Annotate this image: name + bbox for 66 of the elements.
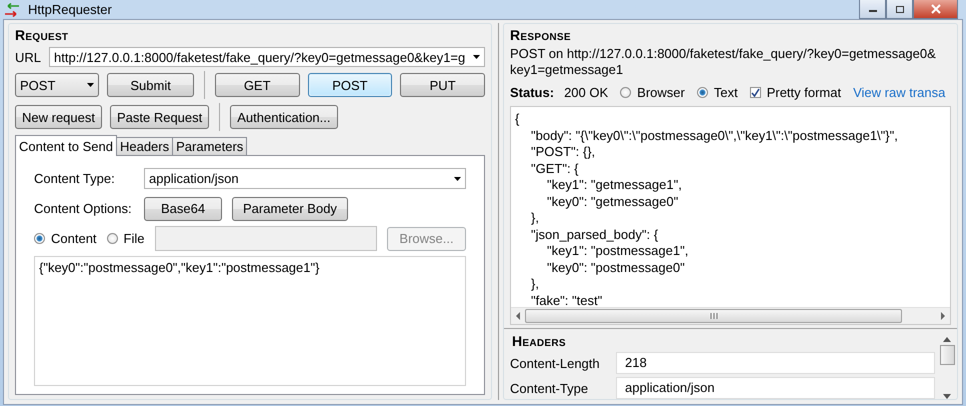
response-summary: POST on http://127.0.0.1:8000/faketest/fake_query/?key0=getmessage0& key1=getmessage1	[510, 46, 937, 78]
radio-option[interactable]: Text	[696, 84, 738, 100]
status-label: Status:	[510, 84, 554, 100]
url-label: URL	[15, 50, 42, 64]
file-path-field[interactable]	[154, 226, 377, 251]
header-value-field[interactable]: 218	[616, 352, 935, 374]
radio-option[interactable]: Content	[34, 231, 97, 246]
horizontal-scrollbar[interactable]	[511, 307, 950, 324]
close-button[interactable]	[913, 0, 958, 19]
grip-icon	[710, 313, 718, 319]
tab[interactable]: Parameters	[172, 137, 248, 155]
radio-option[interactable]: Browser	[620, 84, 685, 100]
submit-button[interactable]: Submit	[107, 73, 194, 97]
scroll-right-icon[interactable]	[940, 312, 946, 320]
method-button[interactable]: PUT	[400, 73, 486, 97]
header-name: Content-Type	[510, 380, 590, 396]
response-line: "POST": {},	[531, 144, 596, 159]
new-request-button[interactable]: New request	[15, 105, 102, 129]
content-options-label: Content Options:	[34, 201, 133, 216]
header-name: Content-Length	[510, 356, 601, 370]
response-line: },	[531, 276, 539, 291]
body-text-area[interactable]: {"key0":"postmessage0","key1":"postmessage1"}	[34, 256, 466, 386]
close-icon	[930, 4, 942, 14]
scroll-down-icon[interactable]	[943, 394, 951, 399]
response-line: {	[515, 111, 520, 126]
response-line: "GET": {	[531, 160, 579, 176]
section-heading: Request	[15, 27, 68, 43]
paste-request-button[interactable]: Paste Request	[110, 105, 210, 129]
scroll-left-icon[interactable]	[515, 312, 521, 320]
maximize-icon	[894, 4, 904, 14]
radio-option[interactable]: File	[106, 231, 144, 246]
body-text: {"key0":"postmessage0","key1":"postmessage1"}	[39, 260, 320, 275]
response-line: "key0": "postmessage0"	[547, 260, 685, 274]
tab[interactable]: Headers	[116, 137, 174, 155]
url-field[interactable]: http://127.0.0.1:8000/faketest/fake_query/?key0=getmessage0&key1=g	[49, 47, 485, 67]
pretty-format-checkbox[interactable]: Pretty format	[750, 84, 842, 100]
window-title: HttpRequester	[28, 2, 112, 17]
minimize-button[interactable]	[859, 0, 886, 19]
dropdown-arrow-icon	[473, 55, 480, 59]
checkmark-icon	[750, 88, 760, 96]
content-type-dropdown[interactable]: application/json	[144, 168, 466, 189]
method-dropdown[interactable]: POST	[15, 73, 100, 97]
method-button[interactable]: POST	[308, 73, 392, 97]
app-icon	[4, 2, 20, 16]
response-line: "fake": "test"	[531, 292, 602, 307]
view-raw-link[interactable]: View raw transa	[853, 84, 946, 100]
header-value-field[interactable]: application/json	[616, 377, 935, 399]
dropdown-arrow-icon	[87, 83, 94, 87]
response-line: },	[531, 210, 539, 225]
response-line: "json_parsed_body": {	[531, 226, 658, 242]
content-type-label: Content Type:	[34, 171, 116, 186]
dropdown-arrow-icon	[454, 176, 461, 180]
response-line: "key1": "getmessage1",	[547, 177, 682, 192]
section-heading: Response	[510, 27, 571, 43]
scroll-up-icon[interactable]	[943, 337, 951, 342]
content-option-button[interactable]: Base64	[144, 196, 222, 220]
tab[interactable]: Content to Send	[15, 135, 117, 156]
method-button[interactable]: GET	[214, 73, 300, 97]
section-heading: Headers	[512, 333, 566, 349]
maximize-button[interactable]	[886, 0, 913, 19]
response-line: "body": "{\"key0\":\"postmessage0\",\"key1\":\"postmessage1\"}",	[531, 128, 898, 142]
status-value: 200 OK	[564, 84, 608, 100]
response-line: "key1": "postmessage1",	[547, 243, 688, 258]
authentication-button[interactable]: Authentication...	[230, 105, 338, 129]
response-line: "key0": "getmessage0"	[547, 194, 678, 208]
content-option-button[interactable]: Parameter Body	[232, 196, 348, 220]
